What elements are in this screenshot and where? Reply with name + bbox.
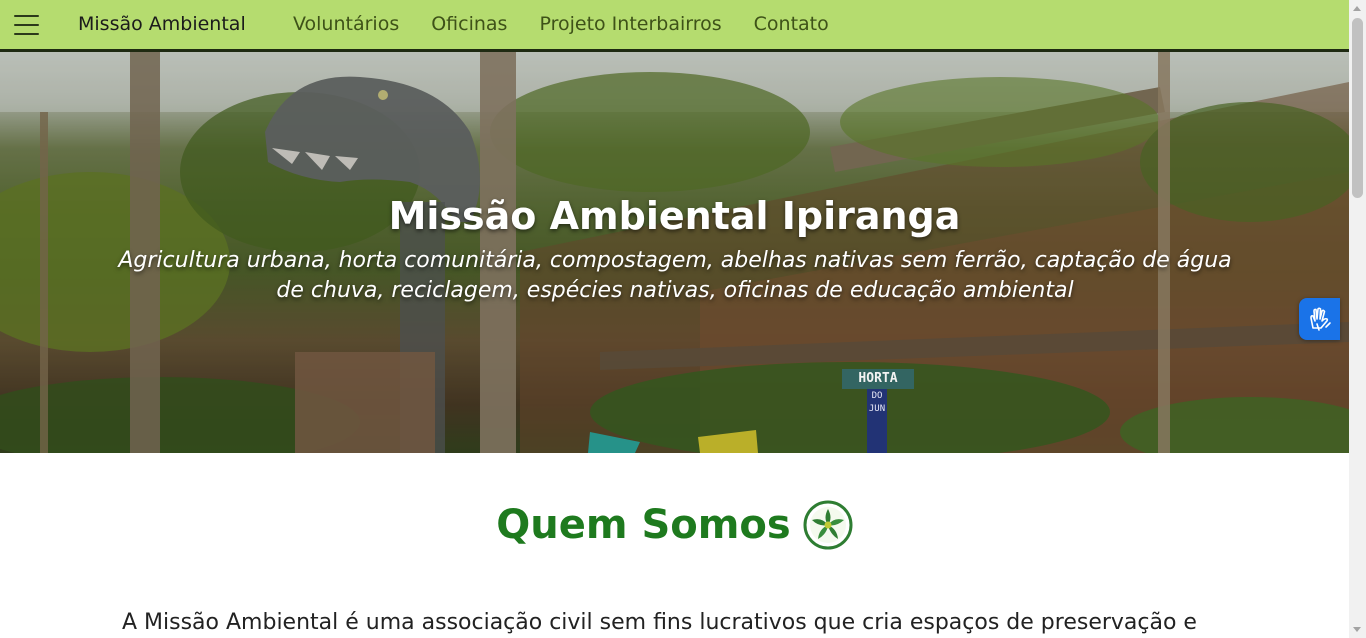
scroll-down-arrow-icon[interactable] <box>1353 627 1361 632</box>
hero-subtitle: Agricultura urbana, horta comunitária, c… <box>118 248 1232 303</box>
garden-sign: HORTA <box>843 371 913 386</box>
hero-banner: HORTA DO JUN Missão Ambiental Ipiranga A… <box>0 52 1349 453</box>
garden-sign-line-2: DO <box>871 391 883 401</box>
nav-link-oficinas[interactable]: Oficinas <box>431 13 507 35</box>
navbar-brand[interactable]: Missão Ambiental <box>78 13 246 35</box>
leaf-star-logo-icon <box>803 500 853 550</box>
nav-links: Voluntários Oficinas Projeto Interbairro… <box>293 13 829 35</box>
scrollbar-thumb[interactable] <box>1352 18 1363 198</box>
hamburger-menu-icon[interactable] <box>14 15 39 35</box>
garden-sign-post: DO JUN <box>867 390 887 416</box>
garden-sign-line-1: HORTA <box>858 371 898 386</box>
scroll-up-arrow-icon[interactable] <box>1353 6 1361 11</box>
about-paragraph: A Missão Ambiental é uma associação civi… <box>122 610 1197 635</box>
garden-sign-line-3: JUN <box>868 404 886 414</box>
nav-link-voluntarios[interactable]: Voluntários <box>293 13 399 35</box>
hero-title: Missão Ambiental Ipiranga <box>388 194 961 238</box>
nav-link-contato[interactable]: Contato <box>754 13 829 35</box>
sign-language-hands-icon <box>1309 307 1331 331</box>
about-heading-row: Quem Somos <box>0 500 1349 550</box>
accessibility-widget-button[interactable] <box>1299 298 1340 340</box>
vertical-scrollbar[interactable] <box>1349 0 1366 638</box>
about-heading: Quem Somos <box>496 502 791 548</box>
top-navbar: Missão Ambiental Voluntários Oficinas Pr… <box>0 0 1349 52</box>
nav-link-projeto-interbairros[interactable]: Projeto Interbairros <box>539 13 721 35</box>
